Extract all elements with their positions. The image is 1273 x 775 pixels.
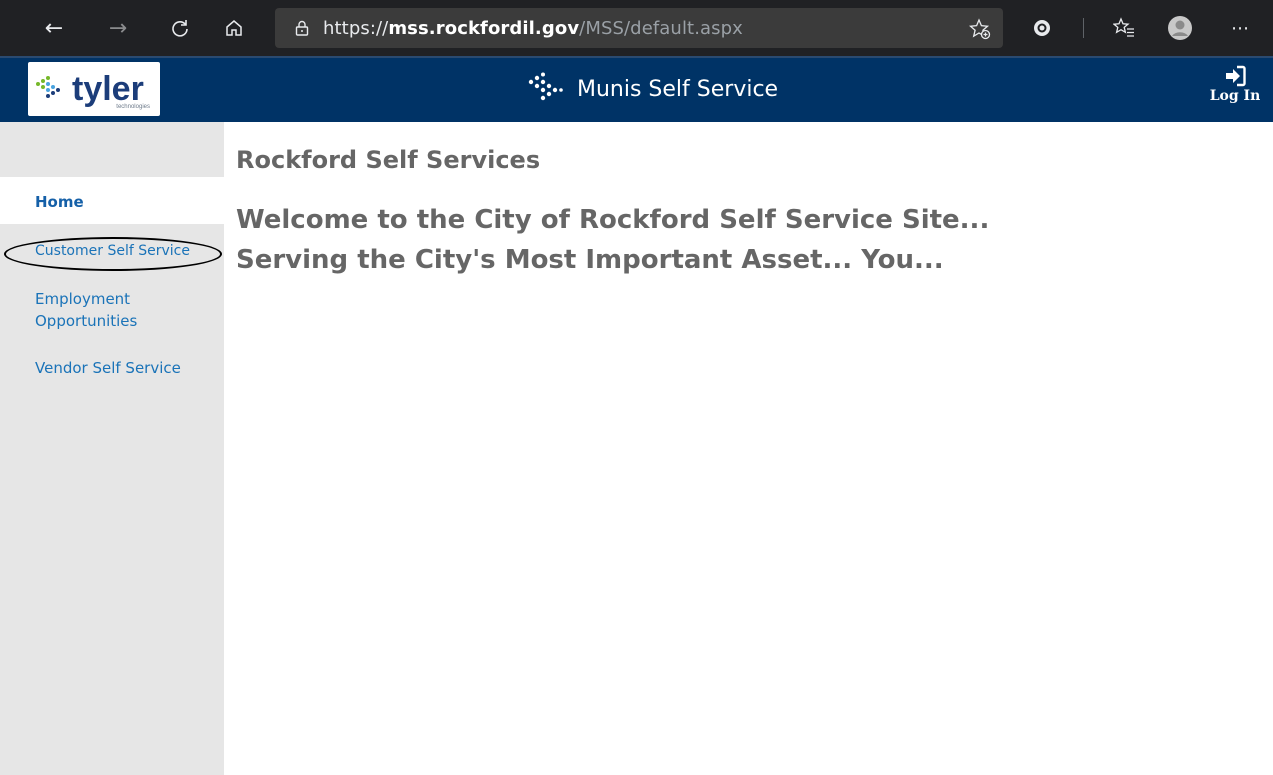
browser-toolbar: ← → https://mss.rockfordil.gov/MSS/defau… (0, 0, 1273, 56)
address-bar[interactable]: https://mss.rockfordil.gov/MSS/default.a… (275, 8, 1003, 48)
refresh-icon[interactable] (166, 14, 194, 42)
welcome-line-2: Serving the City's Most Important Asset.… (236, 245, 944, 275)
sidebar-item-home[interactable]: Home (35, 191, 84, 213)
home-icon[interactable] (220, 14, 248, 42)
page-title: Rockford Self Services (236, 146, 541, 174)
sidebar (0, 122, 224, 775)
login-label: Log In (1209, 88, 1261, 104)
url-text: https://mss.rockfordil.gov/MSS/default.a… (323, 18, 743, 39)
login-button[interactable]: Log In (1205, 64, 1265, 104)
sidebar-active-background (0, 177, 224, 224)
toolbar-divider (1083, 18, 1084, 38)
app-title: Munis Self Service (577, 76, 779, 102)
url-path: /MSS/default.aspx (579, 17, 743, 39)
add-favorite-icon[interactable] (968, 18, 991, 45)
forward-icon[interactable]: → (104, 14, 132, 42)
extension-icon[interactable] (1028, 14, 1056, 42)
welcome-line-1: Welcome to the City of Rockford Self Ser… (236, 205, 990, 235)
url-domain: mss.rockfordil.gov (388, 17, 580, 39)
favorites-icon[interactable] (1110, 14, 1138, 42)
welcome-message: Welcome to the City of Rockford Self Ser… (236, 200, 989, 280)
profile-avatar-icon[interactable] (1166, 14, 1194, 42)
tyler-logo[interactable]: tyler technologies (28, 62, 160, 116)
sign-in-icon (1226, 65, 1246, 87)
more-options-icon[interactable]: ⋯ (1226, 14, 1254, 42)
url-scheme: https:// (323, 17, 389, 39)
sidebar-item-vendor-self-service[interactable]: Vendor Self Service (35, 357, 181, 379)
munis-logo-icon (528, 72, 563, 101)
tyler-subtext: technologies (116, 104, 150, 110)
app-title-group: Munis Self Service (527, 72, 778, 106)
back-icon[interactable]: ← (40, 14, 68, 42)
annotation-circle (4, 237, 222, 271)
lock-icon[interactable] (293, 19, 311, 37)
tyler-dots-icon (36, 76, 60, 98)
app-header: tyler technologies Munis Self Service Lo… (0, 56, 1273, 122)
sidebar-item-employment-opportunities[interactable]: Employment Opportunities (35, 288, 185, 332)
tyler-wordmark: tyler (72, 70, 144, 108)
